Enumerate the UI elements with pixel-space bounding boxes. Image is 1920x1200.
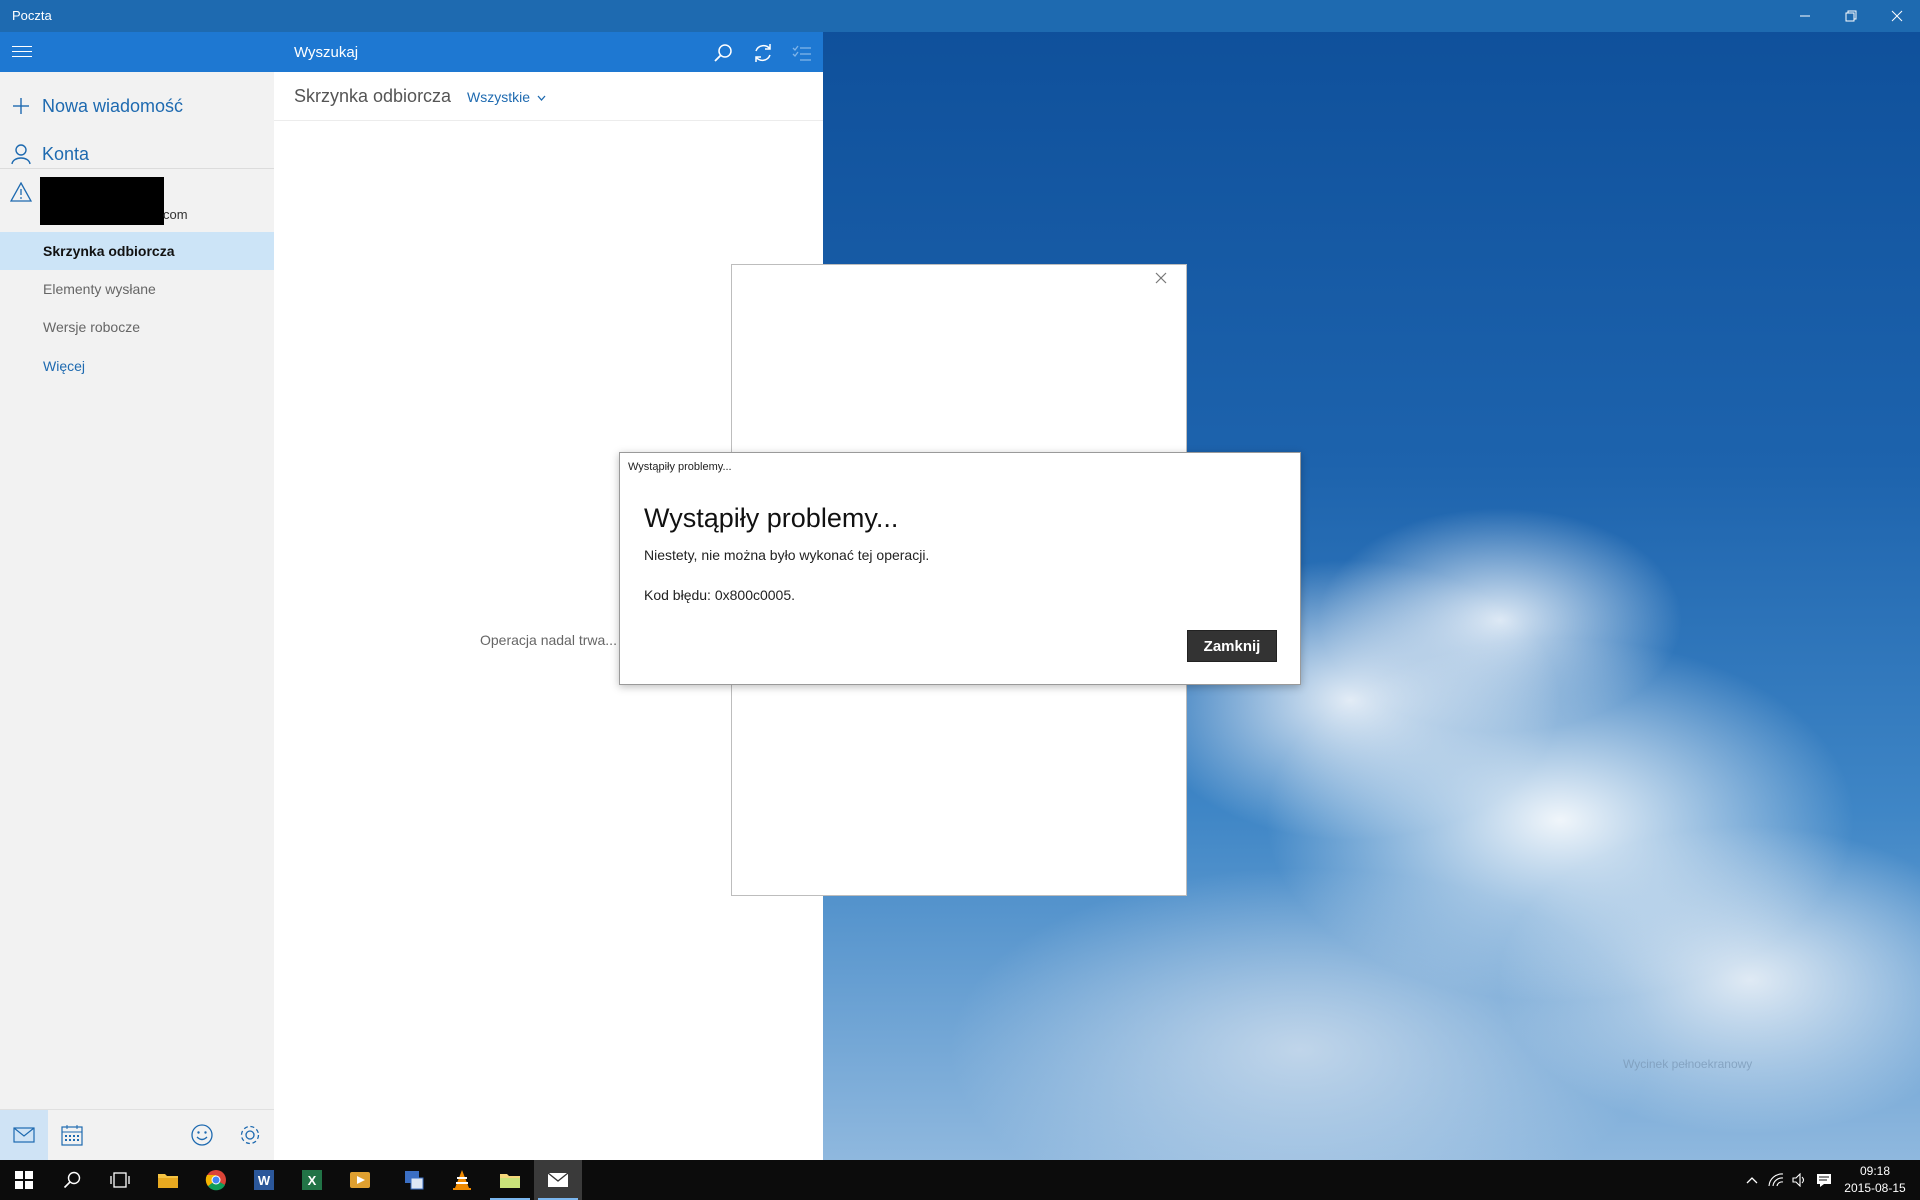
close-icon	[1891, 10, 1903, 22]
taskbar-media-player[interactable]	[336, 1160, 384, 1200]
wifi-icon	[1768, 1173, 1784, 1187]
mail-icon	[13, 1127, 35, 1143]
progress-message: Operacja nadal trwa...	[480, 632, 617, 648]
sidebar-header	[0, 32, 274, 72]
redacted-account-name	[40, 177, 164, 225]
window-titlebar: Poczta	[0, 0, 1920, 32]
folder-drafts[interactable]: Wersje robocze	[0, 308, 274, 346]
filter-dropdown[interactable]: Wszystkie	[467, 89, 546, 105]
excel-icon: X	[302, 1170, 322, 1190]
selection-mode-button[interactable]	[789, 40, 815, 66]
close-window-button[interactable]	[1874, 0, 1920, 32]
taskbar-excel[interactable]: X	[288, 1160, 336, 1200]
restore-icon	[1845, 10, 1857, 22]
tray-action-center[interactable]	[1812, 1160, 1836, 1200]
folder-icon	[500, 1174, 520, 1188]
minimize-icon	[1800, 15, 1810, 17]
minimize-button[interactable]	[1782, 0, 1828, 32]
speaker-icon	[1792, 1173, 1805, 1187]
taskbar: W X 09:18 2015-08-15	[0, 1160, 1920, 1200]
accounts-label: Konta	[42, 143, 90, 164]
chevron-up-icon	[1746, 1177, 1758, 1184]
notification-icon	[1817, 1174, 1831, 1187]
sidebar: Nowa wiadomość Konta com Skrzynka odbior…	[0, 32, 274, 1160]
clock-time: 09:18	[1859, 1164, 1891, 1178]
vlc-icon	[453, 1170, 471, 1190]
clock-date: 2015-08-15	[1844, 1181, 1906, 1195]
sidebar-divider	[0, 168, 274, 169]
svg-text:W: W	[258, 1173, 271, 1188]
taskbar-search-button[interactable]	[48, 1160, 96, 1200]
new-message-label: Nowa wiadomość	[42, 95, 184, 116]
window-title: Poczta	[12, 8, 52, 23]
windows-logo-icon	[15, 1171, 33, 1189]
desktop-watermark: Wycinek pełnoekranowy	[1623, 1057, 1753, 1071]
folder-icon	[158, 1174, 178, 1188]
folder-label: Skrzynka odbiorcza	[43, 243, 175, 259]
settings-button[interactable]	[226, 1110, 274, 1160]
word-icon: W	[254, 1170, 274, 1190]
new-message-button[interactable]: Nowa wiadomość	[0, 84, 274, 128]
chevron-down-icon	[537, 95, 546, 102]
dialog-close-button[interactable]: Zamknij	[1187, 630, 1277, 662]
folder-more[interactable]: Więcej	[0, 347, 274, 385]
tray-volume[interactable]	[1788, 1160, 1812, 1200]
folder-label: Wersje robocze	[43, 319, 141, 335]
taskbar-mail[interactable]	[534, 1160, 582, 1200]
mail-icon	[547, 1172, 569, 1187]
restore-button[interactable]	[1828, 0, 1874, 32]
folder-label: Więcej	[43, 358, 86, 374]
start-button[interactable]	[0, 1160, 48, 1200]
error-dialog: Wystąpiły problemy... Wystąpiły problemy…	[619, 452, 1301, 685]
sidebar-bottom-bar	[0, 1109, 274, 1160]
account-suffix: com	[163, 207, 188, 222]
search-icon	[714, 44, 732, 62]
taskbar-file-explorer[interactable]	[144, 1160, 192, 1200]
calendar-icon	[61, 1125, 83, 1146]
calendar-button[interactable]	[48, 1110, 96, 1160]
mail-button[interactable]	[0, 1110, 48, 1160]
task-view-button[interactable]	[96, 1160, 144, 1200]
search-icon	[63, 1171, 81, 1189]
chrome-icon	[205, 1170, 226, 1191]
sync-icon	[755, 44, 771, 62]
list-header: Skrzynka odbiorcza Wszystkie	[274, 72, 823, 121]
taskbar-clock[interactable]: 09:18 2015-08-15	[1834, 1163, 1916, 1197]
close-icon	[1155, 272, 1167, 284]
checklist-icon	[792, 45, 811, 61]
accounts-button[interactable]: Konta	[0, 132, 274, 176]
folder-title: Skrzynka odbiorcza	[294, 86, 452, 106]
taskbar-file-explorer-open[interactable]	[486, 1160, 534, 1200]
filter-label: Wszystkie	[467, 89, 530, 105]
task-view-icon	[110, 1172, 130, 1188]
taskbar-network-tool[interactable]	[390, 1160, 438, 1200]
warning-icon	[9, 181, 33, 207]
dialog-caption: Wystąpiły problemy...	[628, 461, 732, 473]
computer-icon	[405, 1171, 424, 1190]
search-input[interactable]: Wyszukaj	[294, 44, 358, 61]
folder-sent-items[interactable]: Elementy wysłane	[0, 270, 274, 308]
tray-network[interactable]	[1764, 1160, 1788, 1200]
taskbar-word[interactable]: W	[240, 1160, 288, 1200]
tray-overflow-button[interactable]	[1740, 1160, 1764, 1200]
dialog-message: Niestety, nie można było wykonać tej ope…	[644, 547, 930, 563]
search-button[interactable]	[710, 40, 736, 66]
media-player-icon	[350, 1172, 370, 1188]
taskbar-chrome[interactable]	[192, 1160, 240, 1200]
folder-inbox[interactable]: Skrzynka odbiorcza	[0, 232, 274, 270]
panel-close-button[interactable]	[1154, 271, 1174, 291]
search-bar: Wyszukaj	[274, 32, 823, 72]
smiley-icon	[191, 1124, 213, 1146]
hamburger-menu-icon[interactable]	[12, 46, 32, 58]
feedback-button[interactable]	[178, 1110, 226, 1160]
folder-label: Elementy wysłane	[43, 281, 156, 297]
taskbar-vlc[interactable]	[438, 1160, 486, 1200]
plus-icon	[0, 96, 42, 116]
person-icon	[0, 143, 42, 165]
sync-button[interactable]	[750, 40, 776, 66]
svg-text:X: X	[308, 1173, 317, 1188]
dialog-heading: Wystąpiły problemy...	[644, 503, 899, 533]
gear-icon	[240, 1125, 260, 1145]
dialog-error-code: Kod błędu: 0x800c0005.	[644, 587, 796, 603]
